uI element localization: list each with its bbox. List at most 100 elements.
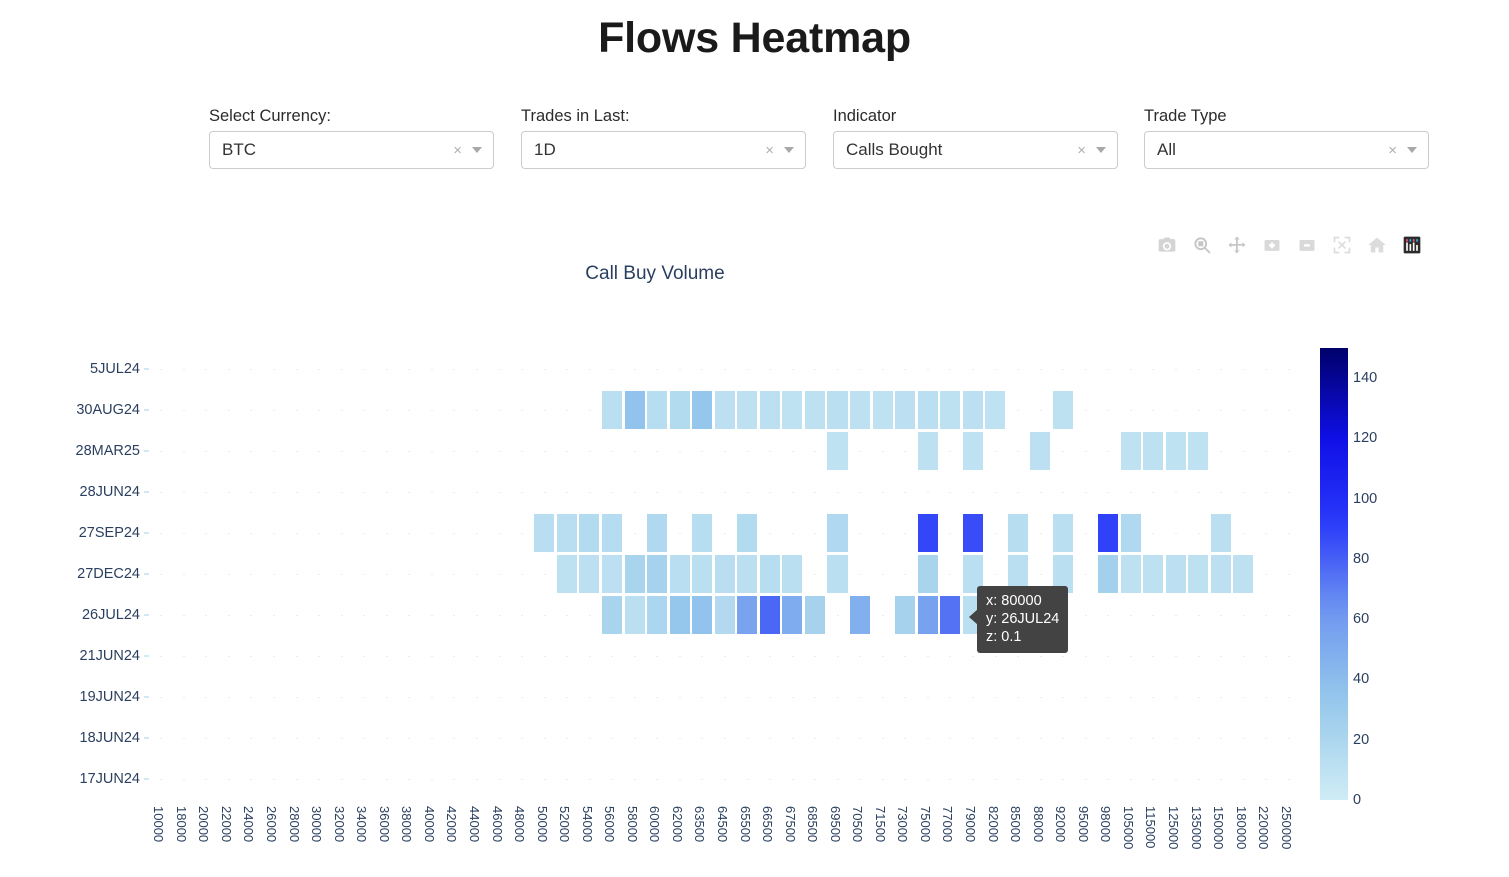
heatmap-cell[interactable] [917, 513, 938, 552]
heatmap-cell[interactable] [601, 554, 623, 594]
chevron-down-icon[interactable] [1096, 147, 1106, 153]
heatmap-cell[interactable] [1165, 554, 1186, 594]
heatmap-cell[interactable] [714, 596, 735, 635]
heatmap-cell[interactable] [1143, 431, 1164, 470]
zoom-icon[interactable] [1191, 234, 1213, 256]
heatmap-cell[interactable] [759, 390, 780, 429]
heatmap-cell[interactable] [1233, 554, 1254, 594]
heatmap-cell[interactable] [669, 390, 690, 429]
heatmap-cell[interactable] [895, 596, 916, 635]
heatmap-cell[interactable] [1098, 554, 1119, 594]
heatmap-cell[interactable] [556, 513, 577, 552]
heatmap-cell[interactable] [1188, 554, 1209, 594]
heatmap-cell[interactable] [601, 390, 623, 429]
heatmap-cell[interactable] [601, 513, 623, 552]
heatmap-cell[interactable] [647, 390, 668, 429]
heatmap-cell[interactable] [692, 596, 713, 635]
trades-in-last-dropdown[interactable]: 1D × [521, 131, 806, 169]
heatmap-cell[interactable] [647, 513, 668, 552]
heatmap-cell[interactable] [624, 554, 645, 594]
plotly-modebar[interactable] [1156, 234, 1423, 256]
heatmap-cell[interactable] [1120, 513, 1141, 552]
heatmap-cell[interactable] [579, 513, 600, 552]
heatmap-cell[interactable] [827, 390, 848, 429]
heatmap-cell[interactable] [804, 390, 825, 429]
heatmap-cell[interactable] [782, 554, 803, 594]
heatmap-cell[interactable] [1052, 390, 1073, 429]
chevron-down-icon[interactable] [1407, 147, 1417, 153]
heatmap-cell[interactable] [917, 596, 938, 635]
zoom-out-icon[interactable] [1296, 234, 1318, 256]
heatmap-cell[interactable] [940, 390, 961, 429]
clear-icon[interactable]: × [759, 143, 780, 158]
heatmap-cell[interactable] [534, 513, 555, 552]
plotly-logo-icon[interactable] [1401, 234, 1423, 256]
heatmap-cell[interactable] [872, 390, 893, 429]
heatmap-cell[interactable] [1052, 513, 1073, 552]
heatmap-cell[interactable] [692, 390, 713, 429]
heatmap-cell[interactable] [1098, 513, 1119, 552]
heatmap-cell[interactable] [1120, 554, 1141, 594]
heatmap-cell[interactable] [556, 554, 577, 594]
heatmap-cell[interactable] [1165, 431, 1186, 470]
heatmap-cell[interactable] [917, 431, 938, 470]
heatmap-cell[interactable] [827, 431, 848, 470]
clear-icon[interactable]: × [1382, 143, 1403, 158]
heatmap-cell[interactable] [917, 554, 938, 594]
heatmap-cell[interactable] [647, 596, 668, 635]
heatmap-cell[interactable] [759, 596, 780, 635]
heatmap-cell[interactable] [985, 390, 1006, 429]
heatmap-cell[interactable] [827, 513, 848, 552]
heatmap-cell[interactable] [579, 554, 600, 594]
heatmap-cell[interactable] [692, 513, 713, 552]
grid-dot [746, 738, 749, 740]
chevron-down-icon[interactable] [472, 147, 482, 153]
clear-icon[interactable]: × [447, 143, 468, 158]
heatmap-cell[interactable] [624, 390, 645, 429]
heatmap-cell[interactable] [782, 390, 803, 429]
heatmap-cell[interactable] [1188, 431, 1209, 470]
heatmap-cell[interactable] [850, 596, 871, 635]
heatmap-cell[interactable] [601, 596, 623, 635]
autoscale-icon[interactable] [1331, 234, 1353, 256]
heatmap-cell[interactable] [804, 596, 825, 635]
heatmap-cell[interactable] [669, 596, 690, 635]
chevron-down-icon[interactable] [784, 147, 794, 153]
heatmap-cell[interactable] [962, 390, 983, 429]
trade-type-dropdown[interactable]: All × [1144, 131, 1429, 169]
heatmap-cell[interactable] [850, 390, 871, 429]
heatmap-cell[interactable] [940, 596, 961, 635]
reset-axes-icon[interactable] [1366, 234, 1388, 256]
heatmap-cell[interactable] [827, 554, 848, 594]
heatmap-cell[interactable] [714, 390, 735, 429]
heatmap-cell[interactable] [737, 513, 758, 552]
heatmap-cell[interactable] [647, 554, 668, 594]
heatmap-cell[interactable] [692, 554, 713, 594]
heatmap-plot-area[interactable] [150, 348, 1300, 800]
heatmap-cell[interactable] [1143, 554, 1164, 594]
download-plot-icon[interactable] [1156, 234, 1178, 256]
grid-dot [972, 738, 975, 740]
heatmap-cell[interactable] [737, 596, 758, 635]
heatmap-cell[interactable] [962, 431, 983, 470]
heatmap-cell[interactable] [1210, 554, 1231, 594]
pan-icon[interactable] [1226, 234, 1248, 256]
heatmap-cell[interactable] [962, 513, 983, 552]
heatmap-cell[interactable] [759, 554, 780, 594]
heatmap-cell[interactable] [1030, 431, 1051, 470]
clear-icon[interactable]: × [1071, 143, 1092, 158]
currency-dropdown[interactable]: BTC × [209, 131, 494, 169]
heatmap-cell[interactable] [624, 596, 645, 635]
heatmap-cell[interactable] [714, 554, 735, 594]
heatmap-cell[interactable] [782, 596, 803, 635]
heatmap-cell[interactable] [895, 390, 916, 429]
indicator-dropdown[interactable]: Calls Bought × [833, 131, 1118, 169]
heatmap-cell[interactable] [1210, 513, 1231, 552]
heatmap-cell[interactable] [737, 554, 758, 594]
heatmap-cell[interactable] [917, 390, 938, 429]
heatmap-cell[interactable] [1007, 513, 1028, 552]
heatmap-cell[interactable] [737, 390, 758, 429]
heatmap-cell[interactable] [669, 554, 690, 594]
heatmap-cell[interactable] [1120, 431, 1141, 470]
zoom-in-icon[interactable] [1261, 234, 1283, 256]
